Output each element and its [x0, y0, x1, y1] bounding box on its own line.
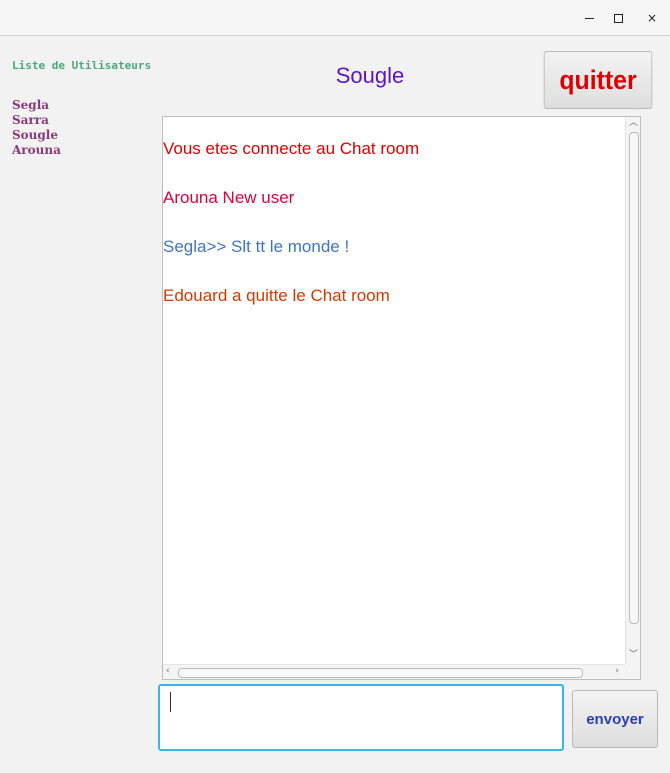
quit-button[interactable]: quitter	[543, 51, 653, 109]
vertical-scroll-thumb[interactable]	[629, 132, 639, 624]
scroll-right-icon[interactable]: ›	[615, 667, 619, 676]
scroll-corner	[625, 664, 640, 679]
chat-message: Segla>> Slt tt le monde !	[163, 237, 350, 256]
close-button[interactable]: ×	[641, 8, 663, 28]
message-input[interactable]	[158, 684, 564, 751]
minimize-button[interactable]	[578, 8, 600, 28]
chat-message: Vous etes connecte au Chat room	[163, 139, 420, 158]
user-item[interactable]: Sougle	[12, 128, 61, 143]
user-item[interactable]: Arouna	[12, 143, 61, 158]
chat-message: Arouna New user	[163, 188, 295, 207]
text-caret	[170, 692, 171, 712]
horizontal-scrollbar[interactable]: ‹ ›	[163, 664, 625, 679]
users-list-header: Liste de Utilisateurs	[12, 59, 152, 72]
send-button[interactable]: envoyer	[572, 690, 658, 748]
vertical-scrollbar[interactable]: ︿ ﹀	[625, 117, 640, 664]
scroll-left-icon[interactable]: ‹	[166, 667, 170, 676]
users-list: Segla Sarra Sougle Arouna	[12, 98, 61, 158]
user-item[interactable]: Segla	[12, 98, 61, 113]
chat-message: Edouard a quitte le Chat room	[163, 286, 390, 305]
horizontal-scroll-thumb[interactable]	[178, 668, 583, 678]
maximize-icon	[613, 13, 623, 23]
scroll-up-icon[interactable]: ︿	[629, 119, 638, 128]
chat-messages-area[interactable]: Vous etes connecte au Chat room Arouna N…	[162, 116, 641, 680]
maximize-button[interactable]	[607, 8, 629, 28]
user-item[interactable]: Sarra	[12, 113, 61, 128]
close-icon: ×	[646, 11, 658, 25]
current-username: Sougle	[335, 63, 405, 88]
minimize-icon	[584, 18, 594, 19]
scroll-down-icon[interactable]: ﹀	[629, 651, 638, 660]
title-bar: ×	[0, 0, 670, 36]
